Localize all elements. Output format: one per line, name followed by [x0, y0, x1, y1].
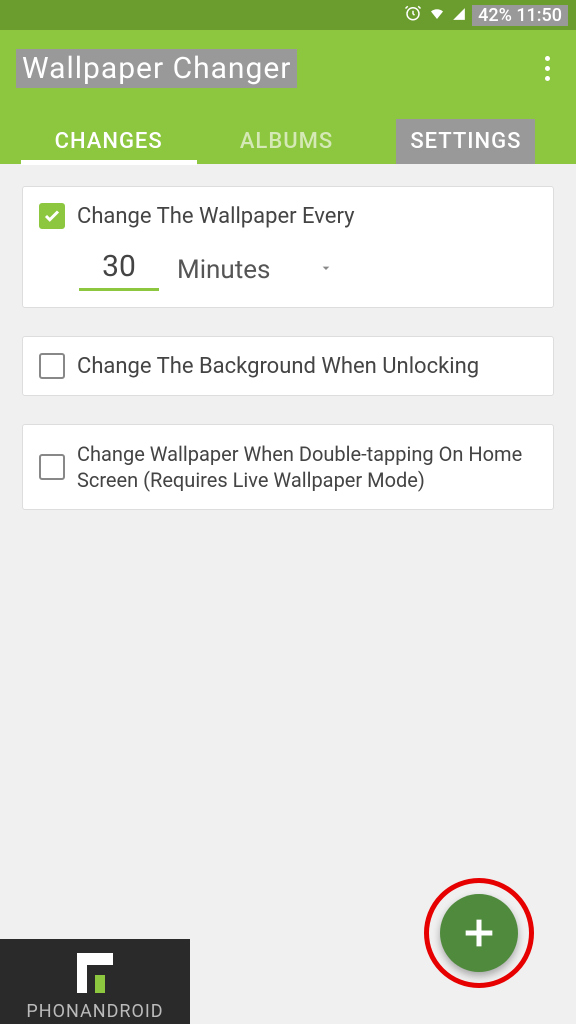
card-change-unlock: Change The Background When Unlocking	[22, 336, 554, 396]
wifi-icon	[428, 4, 446, 27]
interval-unit-label: Minutes	[177, 255, 270, 285]
interval-unit-dropdown[interactable]	[318, 260, 334, 280]
label-change-double-tap: Change Wallpaper When Double-tapping On …	[77, 441, 537, 493]
label-change-unlock: Change The Background When Unlocking	[77, 354, 479, 379]
checkbox-change-double-tap[interactable]	[39, 454, 65, 480]
app-title: Wallpaper Changer	[16, 49, 297, 88]
content-area: Change The Wallpaper Every 30 Minutes Ch…	[0, 164, 576, 560]
alarm-icon	[404, 4, 422, 27]
checkbox-change-unlock[interactable]	[39, 353, 65, 379]
app-header: Wallpaper Changer CHANGES ALBUMS SETTING…	[0, 30, 576, 164]
status-bar: 42% 11:50	[0, 0, 576, 30]
fab-highlight-circle	[424, 878, 534, 988]
card-change-interval: Change The Wallpaper Every 30 Minutes	[22, 186, 554, 308]
add-fab-button[interactable]	[440, 894, 518, 972]
checkbox-change-every[interactable]	[39, 203, 65, 229]
tab-bar: CHANGES ALBUMS SETTINGS	[16, 119, 560, 164]
watermark: PHONANDROID	[0, 939, 190, 1024]
signal-icon	[452, 5, 466, 26]
watermark-logo-icon	[10, 953, 180, 993]
tab-settings[interactable]: SETTINGS	[396, 119, 535, 164]
tab-albums[interactable]: ALBUMS	[226, 119, 347, 164]
tab-changes[interactable]: CHANGES	[41, 119, 177, 164]
battery-time-text: 42% 11:50	[472, 5, 568, 26]
interval-value-input[interactable]: 30	[79, 249, 159, 291]
label-change-every: Change The Wallpaper Every	[77, 204, 355, 229]
overflow-menu-button[interactable]	[535, 48, 560, 89]
card-change-double-tap: Change Wallpaper When Double-tapping On …	[22, 424, 554, 510]
watermark-text: PHONANDROID	[10, 1001, 180, 1022]
